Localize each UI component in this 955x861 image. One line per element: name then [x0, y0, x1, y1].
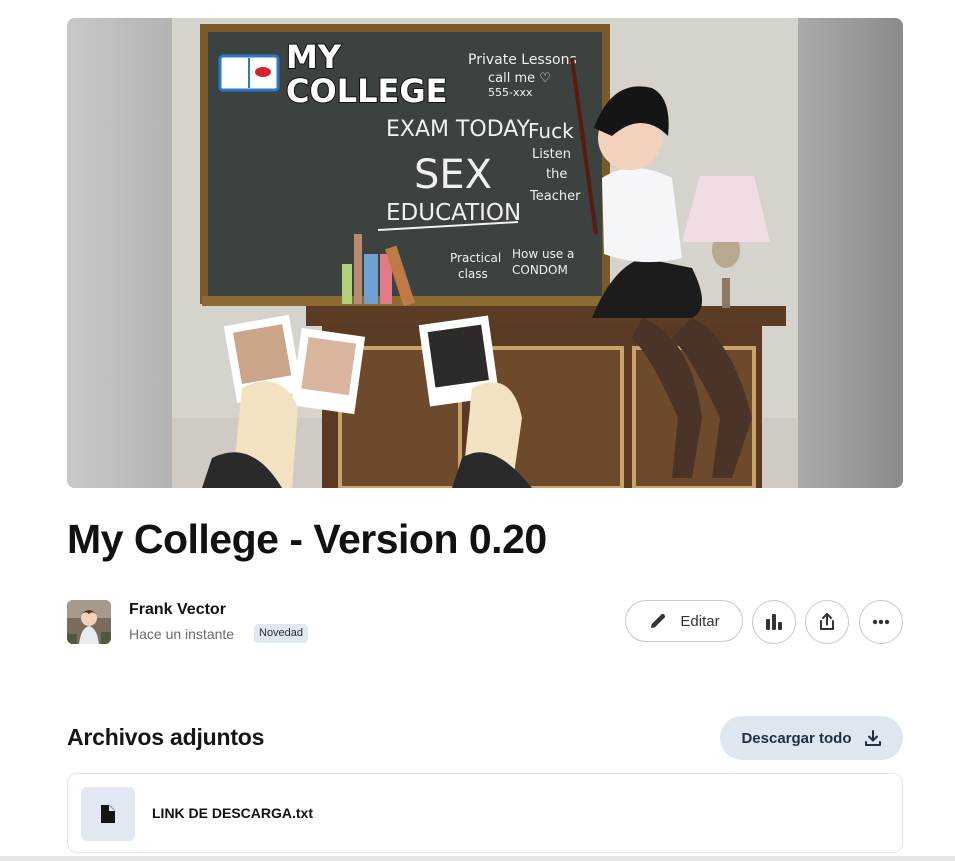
post-timestamp: Hace un instante	[129, 626, 235, 642]
bottom-divider	[0, 856, 955, 861]
board-fuck-2: Listen	[532, 147, 571, 162]
cover-blur-left	[67, 18, 172, 488]
author-name[interactable]: Frank Vector	[129, 601, 226, 619]
attachment-file-name[interactable]: LINK DE DESCARGA.txt	[152, 805, 313, 821]
more-options-button[interactable]	[859, 600, 903, 644]
author-avatar[interactable]	[67, 600, 111, 644]
cover-logo-line1: MY	[286, 38, 342, 76]
download-icon	[864, 729, 882, 747]
post-title: My College - Version 0.20	[67, 516, 547, 562]
board-sex: SEX	[414, 152, 492, 198]
board-fuck-1: Fuck	[528, 119, 574, 143]
board-fuck-4: Teacher	[529, 189, 581, 204]
edit-button[interactable]: Editar	[625, 600, 743, 642]
cover-logo-line2: COLLEGE	[286, 72, 447, 110]
board-howuse-2: CONDOM	[512, 263, 568, 277]
cover-image: MY COLLEGE Private Lessons call me ♡ 555…	[67, 18, 903, 488]
download-all-button[interactable]: Descargar todo	[720, 716, 903, 760]
pencil-icon	[648, 611, 668, 631]
stats-button[interactable]	[752, 600, 796, 644]
post-page: MY COLLEGE Private Lessons call me ♡ 555…	[0, 0, 955, 861]
board-exam: EXAM TODAY	[386, 117, 531, 142]
bar-chart-icon	[764, 612, 784, 632]
board-private-2: call me ♡	[488, 71, 551, 86]
new-badge: Novedad	[254, 624, 309, 643]
file-icon	[81, 787, 135, 841]
board-fuck-3: the	[546, 167, 567, 182]
download-all-label: Descargar todo	[741, 729, 852, 747]
board-private-1: Private Lessons	[468, 52, 577, 68]
share-button[interactable]	[805, 600, 849, 644]
board-howuse-1: How use a	[512, 247, 574, 261]
attachment-file-item[interactable]: LINK DE DESCARGA.txt	[67, 773, 903, 853]
board-private-3: 555-xxx	[488, 86, 533, 99]
board-practical-2: class	[458, 267, 488, 281]
attachments-heading: Archivos adjuntos	[67, 724, 265, 750]
board-practical-1: Practical	[450, 251, 501, 265]
cover-artwork: MY COLLEGE Private Lessons call me ♡ 555…	[172, 18, 798, 488]
share-icon	[817, 612, 837, 632]
more-horizontal-icon	[871, 612, 891, 632]
edit-button-label: Editar	[680, 612, 720, 630]
cover-blur-right	[798, 18, 903, 488]
